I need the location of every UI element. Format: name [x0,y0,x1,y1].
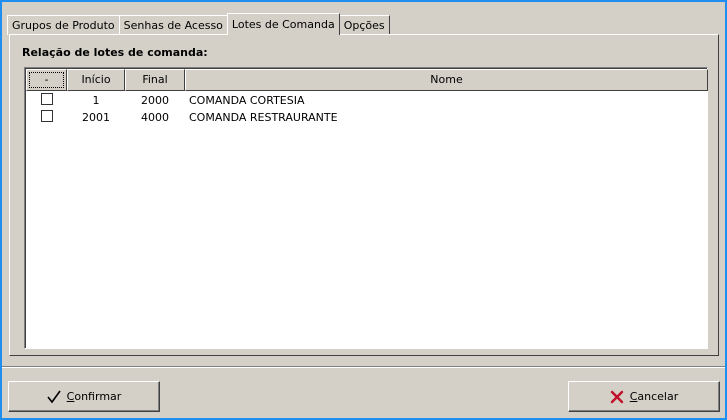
cancel-label: Cancelar [629,390,679,403]
cell-inicio: 1 [92,93,100,107]
table-row[interactable]: 2001 4000 COMANDA RESTRAURANTE [26,109,705,125]
list-header: - Início Final Nome [26,69,708,91]
cell-nome: COMANDA CORTESIA [189,93,305,107]
row-checkbox[interactable] [40,93,53,105]
table-row[interactable]: 1 2000 COMANDA CORTESIA [26,92,705,108]
column-header-nome[interactable]: Nome [185,69,708,91]
lotes-list-view[interactable]: - Início Final Nome 1 2000 COMANDA CORTE… [24,67,708,349]
tab-panel-lotes: Relação de lotes de comanda: - Início Fi… [9,34,719,356]
confirm-label: Confirmar [66,390,122,403]
cell-final: 4000 [141,110,169,124]
footer-divider [2,366,725,368]
cancel-button[interactable]: Cancelar [568,381,720,412]
tab-lotes-de-comanda[interactable]: Lotes de Comanda [226,13,340,35]
column-header-select[interactable]: - [26,69,67,91]
x-cross-icon [610,390,623,403]
tab-opcoes[interactable]: Opções [338,15,390,35]
row-checkbox-cell [26,92,67,108]
cell-inicio: 2001 [82,110,110,124]
dialog-window: Grupos de Produto Senhas de Acesso Lotes… [0,0,727,420]
list-title: Relação de lotes de comanda: [22,46,208,59]
column-header-final[interactable]: Final [125,69,185,91]
column-header-inicio[interactable]: Início [67,69,125,91]
row-checkbox-cell [26,109,67,125]
tab-grupos-de-produto[interactable]: Grupos de Produto [7,15,120,35]
cell-nome: COMANDA RESTRAURANTE [189,110,338,124]
tab-senhas-de-acesso[interactable]: Senhas de Acesso [118,15,228,35]
row-checkbox[interactable] [40,110,53,122]
checkmark-icon [47,390,61,403]
tab-strip: Grupos de Produto Senhas de Acesso Lotes… [7,13,390,35]
cell-final: 2000 [141,93,169,107]
confirm-button[interactable]: Confirmar [8,381,160,412]
